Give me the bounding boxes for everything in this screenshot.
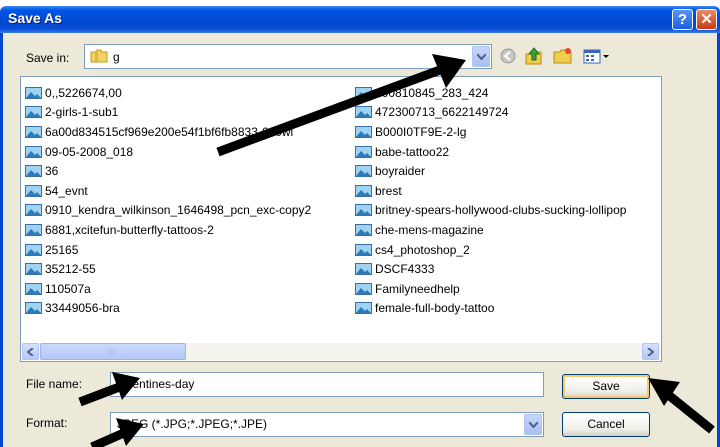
list-item[interactable]: 36: [25, 161, 311, 181]
horizontal-scrollbar[interactable]: |||: [22, 343, 660, 360]
up-folder-icon[interactable]: [523, 46, 545, 66]
image-file-icon: [25, 204, 42, 217]
format-select[interactable]: JPEG (*.JPG;*.JPEG;*.JPE): [110, 412, 544, 437]
list-item[interactable]: britney-spears-hollywood-clubs-sucking-l…: [355, 201, 626, 221]
new-folder-icon[interactable]: [552, 46, 574, 66]
list-item[interactable]: 200810845_283_424: [355, 83, 626, 103]
save-in-label: Save in:: [26, 51, 70, 65]
list-item[interactable]: 110507a: [25, 279, 311, 299]
back-icon[interactable]: [497, 46, 519, 66]
image-file-icon: [25, 145, 42, 158]
image-file-icon: [355, 125, 372, 138]
title-bar[interactable]: Save As ? ✕: [0, 6, 720, 33]
image-file-icon: [25, 263, 42, 276]
dialog-title: Save As: [8, 10, 62, 26]
image-file-icon: [25, 106, 42, 119]
file-column-left: 0,,5226674,00 2-girls-1-sub1 6a00d834515…: [25, 83, 311, 318]
list-item[interactable]: 09-05-2008_018: [25, 142, 311, 162]
image-file-icon: [355, 223, 372, 236]
image-file-icon: [25, 223, 42, 236]
views-menu-icon[interactable]: [582, 46, 612, 66]
file-list[interactable]: 0,,5226674,00 2-girls-1-sub1 6a00d834515…: [20, 76, 662, 362]
image-file-icon: [355, 184, 372, 197]
image-file-icon: [355, 204, 372, 217]
list-item[interactable]: 25165: [25, 240, 311, 260]
cancel-button[interactable]: Cancel: [562, 412, 650, 437]
list-item[interactable]: 472300713_6622149724: [355, 103, 626, 123]
format-dropdown-button[interactable]: [524, 414, 542, 435]
format-label: Format:: [26, 416, 68, 430]
save-button[interactable]: Save: [562, 374, 650, 399]
save-in-value: g: [113, 50, 120, 64]
list-item[interactable]: che-mens-magazine: [355, 220, 626, 240]
list-item[interactable]: 35212-55: [25, 259, 311, 279]
image-file-icon: [25, 184, 42, 197]
help-button[interactable]: ?: [672, 9, 693, 30]
image-file-icon: [25, 243, 42, 256]
chevron-down-icon: [529, 422, 538, 428]
grip-icon: |||: [107, 349, 117, 356]
image-file-icon: [355, 263, 372, 276]
list-item[interactable]: boyraider: [355, 161, 626, 181]
close-button[interactable]: ✕: [696, 9, 717, 30]
image-file-icon: [25, 302, 42, 315]
list-item[interactable]: 2-girls-1-sub1: [25, 103, 311, 123]
list-item[interactable]: female-full-body-tattoo: [355, 299, 626, 319]
image-file-icon: [355, 243, 372, 256]
format-value: JPEG (*.JPG;*.JPEG;*.JPE): [117, 417, 268, 431]
list-item[interactable]: 0,,5226674,00: [25, 83, 311, 103]
file-name-label: File name:: [26, 377, 83, 391]
list-item[interactable]: Familyneedhelp: [355, 279, 626, 299]
image-file-icon: [25, 125, 42, 138]
image-file-icon: [25, 86, 42, 99]
list-item[interactable]: brest: [355, 181, 626, 201]
image-file-icon: [25, 282, 42, 295]
image-file-icon: [355, 165, 372, 178]
image-file-icon: [355, 106, 372, 119]
list-item[interactable]: 33449056-bra: [25, 299, 311, 319]
image-file-icon: [355, 86, 372, 99]
list-item[interactable]: 6a00d834515cf969e200e54f1bf6fb8833-640wi: [25, 122, 311, 142]
list-item[interactable]: 0910_kendra_wilkinson_1646498_pcn_exc-co…: [25, 201, 311, 221]
file-name-input[interactable]: valentines-day: [110, 372, 544, 397]
save-in-combo[interactable]: g: [84, 44, 492, 69]
scroll-thumb[interactable]: |||: [40, 343, 186, 360]
save-in-dropdown-button[interactable]: [472, 46, 490, 67]
chevron-left-icon: [27, 348, 34, 356]
scroll-left-button[interactable]: [22, 343, 39, 360]
scroll-right-button[interactable]: [642, 343, 659, 360]
image-file-icon: [355, 145, 372, 158]
list-item[interactable]: DSCF4333: [355, 259, 626, 279]
list-item[interactable]: babe-tattoo22: [355, 142, 626, 162]
folder-icon: [90, 49, 108, 63]
image-file-icon: [25, 165, 42, 178]
image-file-icon: [355, 282, 372, 295]
file-column-right: 200810845_283_424 472300713_6622149724 B…: [355, 83, 626, 318]
list-item[interactable]: B000I0TF9E-2-lg: [355, 122, 626, 142]
image-file-icon: [355, 302, 372, 315]
chevron-down-icon: [477, 54, 486, 60]
chevron-right-icon: [647, 348, 654, 356]
list-item[interactable]: 54_evnt: [25, 181, 311, 201]
list-item[interactable]: cs4_photoshop_2: [355, 240, 626, 260]
list-item[interactable]: 6881,xcitefun-butterfly-tattoos-2: [25, 220, 311, 240]
